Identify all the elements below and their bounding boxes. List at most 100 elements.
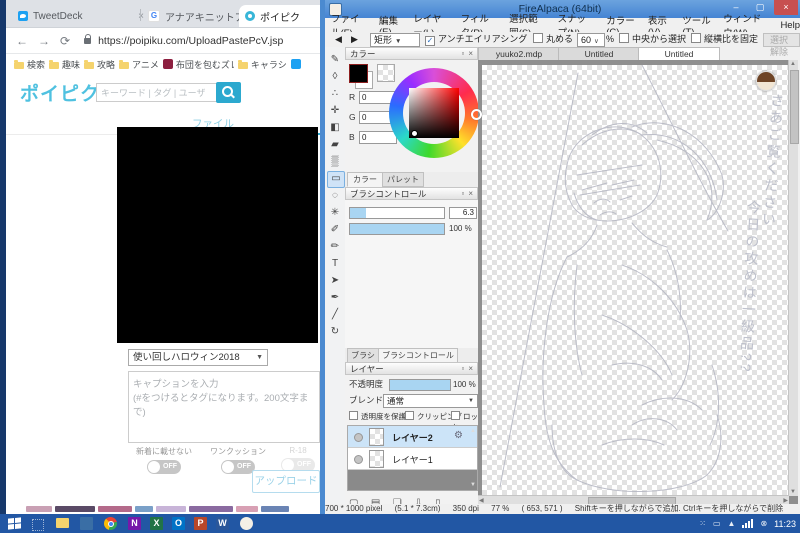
operation-tool-icon[interactable]: ➤ xyxy=(327,273,343,288)
start-button[interactable] xyxy=(8,517,21,530)
brush-tool-icon[interactable]: ✎ xyxy=(327,52,343,67)
back-icon[interactable]: ← xyxy=(16,34,28,48)
search-input[interactable] xyxy=(96,83,218,102)
eyedropper-tool-icon[interactable]: ╱ xyxy=(327,307,343,322)
bookmark-folder[interactable]: 趣味 xyxy=(49,58,80,71)
hand-tool-icon[interactable]: ↻ xyxy=(327,324,343,339)
bookmark-twitter[interactable] xyxy=(290,59,301,69)
upload-button[interactable]: アップロード xyxy=(252,470,320,493)
poipiku-logo[interactable]: ポイピク xyxy=(20,79,100,106)
outlook-icon[interactable]: O xyxy=(172,517,185,530)
float-icon[interactable]: ▫ xyxy=(461,188,464,200)
close-button[interactable]: × xyxy=(774,0,798,15)
url-text[interactable]: https://poipiku.com/UploadPastePcV.jsp xyxy=(98,35,283,47)
visibility-icon[interactable] xyxy=(354,433,363,442)
float-icon[interactable]: ▫ xyxy=(461,363,464,375)
app-icon[interactable] xyxy=(80,517,93,530)
float-icon[interactable]: ▫ xyxy=(461,48,464,60)
scroll-right-icon[interactable]: ▶ xyxy=(783,497,788,504)
shape-select[interactable]: 矩形 ▼ xyxy=(370,33,420,47)
brush-opacity-slider[interactable] xyxy=(349,223,445,235)
preset-select[interactable]: ▼ 使い回しハロウィン2018 xyxy=(128,349,268,366)
scroll-up-icon[interactable]: ▲ xyxy=(470,428,476,434)
document-tab-active[interactable]: Untitled xyxy=(638,47,720,61)
keep-ratio-checkbox[interactable]: 縦横比を固定 xyxy=(691,33,758,45)
select-eraser-tool-icon[interactable]: ✏ xyxy=(327,239,343,254)
tab-color[interactable]: カラー xyxy=(347,172,383,187)
gear-icon[interactable]: ⚙ xyxy=(454,430,463,441)
visibility-icon[interactable] xyxy=(354,455,363,464)
round-checkbox[interactable]: 丸める xyxy=(533,33,573,45)
magic-wand-tool-icon[interactable]: ✳ xyxy=(327,205,343,220)
text-tool-icon[interactable]: T xyxy=(327,256,343,271)
blend-select[interactable]: 通常 ▼ xyxy=(383,394,478,408)
eraser-tool-icon[interactable]: ◊ xyxy=(327,69,343,84)
bucket-tool-icon[interactable]: ▰ xyxy=(327,137,343,152)
document-tab[interactable]: Untitled xyxy=(558,47,640,61)
toggle-switch[interactable]: OFF xyxy=(147,460,181,474)
firealpaca-icon[interactable] xyxy=(240,517,253,530)
browser-tab-google-search[interactable]: G アナアキニットアカンデ - Google 検 × xyxy=(142,5,248,27)
bookmark-folder[interactable]: 攻略 xyxy=(84,58,115,71)
gradient-tool-icon[interactable]: ▒ xyxy=(327,154,343,169)
sound-icon[interactable]: ⊗ xyxy=(760,519,767,528)
protect-alpha-checkbox[interactable]: 透明度を保護 xyxy=(349,411,406,422)
dot-tool-icon[interactable]: ∴ xyxy=(327,86,343,101)
powerpoint-icon[interactable]: P xyxy=(194,517,207,530)
task-view-icon[interactable] xyxy=(32,519,44,531)
toggle-switch[interactable]: OFF xyxy=(221,460,255,474)
from-center-checkbox[interactable]: 中央から選択 xyxy=(619,33,686,45)
search-button[interactable] xyxy=(216,82,241,103)
select-rect-tool-icon[interactable]: ▭ xyxy=(327,171,345,188)
menu-help[interactable]: Help xyxy=(780,20,800,31)
document-tab[interactable]: yuuko2.mdp xyxy=(478,47,560,61)
keyboard-icon[interactable]: ▭ xyxy=(713,519,721,528)
deselect-button[interactable]: 選択解除 xyxy=(763,33,800,57)
scroll-down-icon[interactable]: ▼ xyxy=(790,489,796,495)
grid-icon[interactable]: ⁙ xyxy=(699,519,706,528)
bookmark-site[interactable]: 布団を包むズレない毛 xyxy=(162,58,234,71)
b-value-field[interactable]: 0 xyxy=(359,131,397,144)
tab-brush-control[interactable]: ブラシコントロール xyxy=(378,348,458,363)
clock[interactable]: 11:23 xyxy=(774,519,796,529)
layer-opacity-slider[interactable] xyxy=(389,379,451,391)
close-icon[interactable]: × xyxy=(468,48,473,60)
network-icon[interactable] xyxy=(742,519,754,528)
file-explorer-icon[interactable] xyxy=(56,518,69,528)
bookmark-folder[interactable]: アニメ xyxy=(119,58,159,71)
foreground-color-swatch[interactable] xyxy=(349,64,368,83)
scroll-up-icon[interactable]: ▲ xyxy=(790,61,796,67)
bookmark-folder[interactable]: 検索 xyxy=(14,58,45,71)
redo-icon[interactable]: ▶ xyxy=(351,33,358,45)
forward-icon[interactable]: → xyxy=(38,34,50,48)
tab-palette[interactable]: パレット xyxy=(382,172,424,187)
transparent-color-swatch[interactable] xyxy=(377,64,395,82)
vertical-scrollbar[interactable]: ▲ ▼ xyxy=(788,60,799,496)
move-tool-icon[interactable]: ✛ xyxy=(327,103,343,118)
browser-tab-tweetdeck[interactable]: TweetDeck × xyxy=(12,5,150,27)
bookmark-folder[interactable]: キャラシ xyxy=(237,58,287,71)
antialias-checkbox[interactable]: ✓ アンチエイリアシング xyxy=(425,33,527,46)
onenote-icon[interactable]: N xyxy=(128,517,141,530)
layer-row[interactable]: レイヤー1 xyxy=(348,448,477,470)
reload-icon[interactable]: ⟳ xyxy=(60,34,70,48)
word-icon[interactable]: W xyxy=(216,517,229,530)
undo-icon[interactable]: ◀ xyxy=(335,33,342,45)
select-pen-tool-icon[interactable]: ✐ xyxy=(327,222,343,237)
tab-brush[interactable]: ブラシ xyxy=(347,348,379,363)
layer-row-selected[interactable]: レイヤー2 ⚙ xyxy=(348,426,477,448)
fill-tool-icon[interactable]: ◧ xyxy=(327,120,343,135)
close-icon[interactable]: × xyxy=(468,188,473,200)
paint-canvas[interactable]: さあご覧ください 今日の攻めは一級品?? xyxy=(482,65,788,495)
sv-selector-icon[interactable] xyxy=(411,130,418,137)
show-hidden-icons[interactable]: ▲ xyxy=(728,519,736,528)
close-icon[interactable]: × xyxy=(468,363,473,375)
scroll-down-icon[interactable]: ▼ xyxy=(470,482,476,488)
scrollbar-thumb[interactable] xyxy=(790,70,799,144)
upload-image-preview[interactable] xyxy=(117,127,318,343)
hue-selector-icon[interactable] xyxy=(471,109,482,120)
excel-icon[interactable]: X xyxy=(150,517,163,530)
scroll-left-icon[interactable]: ◀ xyxy=(479,497,484,504)
lasso-tool-icon[interactable]: ◌ xyxy=(327,188,343,203)
brush-size-slider[interactable] xyxy=(349,207,445,219)
